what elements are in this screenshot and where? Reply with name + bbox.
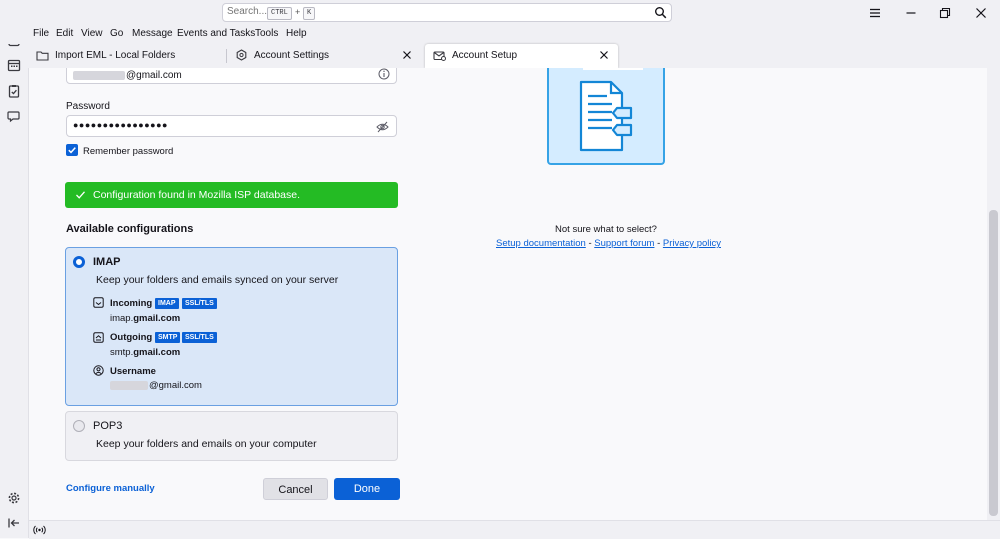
redacted-text (110, 380, 148, 390)
calendar-icon[interactable] (7, 58, 21, 72)
content-scrollbar[interactable] (987, 68, 1000, 520)
menu-edit[interactable]: Edit (56, 28, 73, 39)
incoming-protocol-badge: IMAP (155, 298, 179, 309)
chat-icon[interactable] (7, 109, 21, 123)
setup-documentation-link[interactable]: Setup documentation (496, 238, 586, 249)
app-menu-icon[interactable] (867, 5, 883, 21)
support-forum-link[interactable]: Support forum (594, 238, 654, 249)
kbd-k: K (303, 7, 316, 20)
menu-file[interactable]: File (33, 28, 49, 39)
restore-icon[interactable] (937, 5, 953, 21)
status-bar (29, 520, 1000, 539)
collapse-toolbar-icon[interactable] (7, 516, 21, 530)
menu-help[interactable]: Help (286, 28, 307, 39)
tasks-icon[interactable] (7, 84, 21, 98)
menu-go[interactable]: Go (110, 28, 123, 39)
password-label: Password (66, 101, 110, 112)
pop3-title: POP3 (93, 420, 123, 432)
document-config-icon (579, 68, 643, 152)
config-illustration (547, 68, 665, 165)
minimize-icon[interactable] (903, 5, 919, 21)
outgoing-host: smtp.gmail.com (110, 347, 181, 358)
outgoing-security-badge: SSL/TLS (182, 332, 217, 343)
remember-password-label[interactable]: Remember password (83, 146, 173, 157)
pop3-radio[interactable] (73, 420, 85, 432)
global-search[interactable]: CTRL + K (222, 3, 672, 22)
settings-gear-icon[interactable] (7, 491, 21, 505)
email-field[interactable]: @gmail.com (66, 68, 397, 84)
incoming-security-badge: SSL/TLS (182, 298, 217, 309)
outgoing-protocol-badge: SMTP (155, 332, 181, 343)
tab-label: Account Setup (452, 50, 518, 61)
tab-import-eml[interactable]: Import EML - Local Folders (28, 44, 226, 68)
incoming-label: Incoming (110, 298, 153, 309)
menu-message[interactable]: Message (132, 28, 173, 39)
spaces-toolbar (0, 0, 29, 538)
outgoing-label: Outgoing (110, 332, 153, 343)
link-separator: - (657, 238, 661, 249)
tab-label: Import EML - Local Folders (55, 50, 176, 61)
close-window-icon[interactable] (973, 5, 989, 21)
title-bar: CTRL + K (0, 0, 1000, 27)
help-links: Setup documentation - Support forum - Pr… (496, 238, 721, 249)
close-tab-icon[interactable] (598, 49, 610, 61)
checkmark-icon (68, 147, 76, 154)
password-value: ●●●●●●●●●●●●●●●● (73, 120, 168, 130)
check-icon (76, 191, 85, 199)
username-value: @gmail.com (110, 380, 202, 391)
tab-account-setup[interactable]: Account Setup (425, 44, 618, 68)
cancel-button[interactable]: Cancel (263, 478, 328, 500)
menu-events-and-tasks[interactable]: Events and Tasks (177, 28, 255, 39)
online-status-icon[interactable] (33, 524, 46, 536)
email-value: @gmail.com (126, 70, 182, 81)
account-setup-page: @gmail.com Password ●●●●●●●●●●●●●●●● Rem… (29, 68, 987, 520)
search-input[interactable] (227, 6, 267, 17)
tab-account-settings[interactable]: Account Settings (227, 44, 423, 68)
password-field[interactable]: ●●●●●●●●●●●●●●●● (66, 115, 397, 137)
imap-description: Keep your folders and emails synced on y… (96, 274, 339, 286)
username-label: Username (110, 366, 156, 377)
menu-view[interactable]: View (81, 28, 103, 39)
user-icon (93, 365, 104, 376)
link-separator: - (588, 238, 592, 249)
redacted-text (73, 70, 125, 80)
imap-title: IMAP (93, 256, 121, 268)
outgoing-server-icon (93, 332, 104, 343)
show-password-icon[interactable] (376, 121, 389, 133)
pop3-config-option[interactable]: POP3 Keep your folders and emails on you… (65, 411, 398, 461)
incoming-server-icon (93, 297, 104, 308)
privacy-policy-link[interactable]: Privacy policy (663, 238, 721, 249)
config-found-banner: Configuration found in Mozilla ISP datab… (65, 182, 398, 208)
done-button[interactable]: Done (334, 478, 400, 500)
kbd-ctrl: CTRL (267, 7, 292, 20)
menu-tools[interactable]: Tools (255, 28, 278, 39)
scrollbar-thumb[interactable] (989, 210, 998, 516)
imap-radio[interactable] (73, 256, 85, 268)
help-question: Not sure what to select? (555, 224, 657, 235)
close-tab-icon[interactable] (401, 49, 413, 61)
info-icon[interactable] (378, 68, 390, 80)
menu-bar: File Edit View Go Message Events and Tas… (0, 27, 1000, 44)
banner-text: Configuration found in Mozilla ISP datab… (93, 189, 301, 201)
envelope-icon (433, 51, 446, 61)
search-icon[interactable] (654, 6, 667, 19)
tab-label: Account Settings (254, 50, 330, 61)
remember-password-checkbox[interactable] (66, 144, 78, 156)
configure-manually-link[interactable]: Configure manually (66, 483, 155, 494)
pop3-description: Keep your folders and emails on your com… (96, 438, 317, 450)
folder-icon (36, 51, 49, 61)
incoming-host: imap.gmail.com (110, 313, 181, 324)
kbd-plus: + (295, 7, 301, 17)
tab-bar: Import EML - Local Folders Account Setti… (28, 44, 1000, 68)
imap-config-option[interactable]: IMAP Keep your folders and emails synced… (65, 247, 398, 406)
gear-icon (236, 49, 247, 61)
